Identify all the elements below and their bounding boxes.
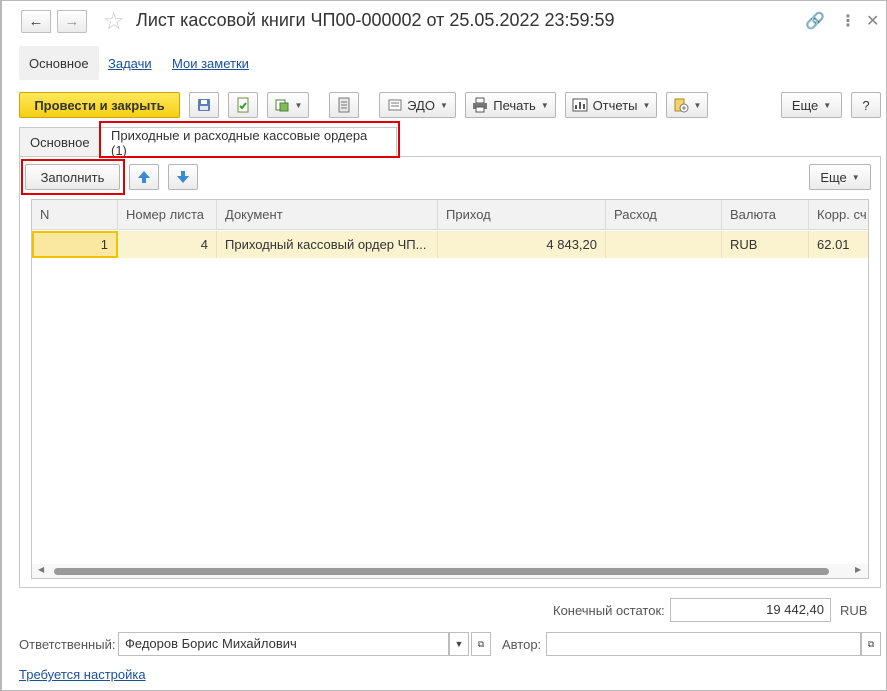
edo-icon [388,99,402,111]
document-list-icon [338,97,350,113]
chevron-down-icon: ▼ [454,639,464,649]
open-form-icon: ⧉ [477,638,485,649]
column-header-account[interactable]: Корр. сч [809,200,868,230]
setup-required-link[interactable]: Требуется настройка [19,667,146,682]
column-header-income[interactable]: Приход [438,200,606,230]
end-balance-label: Конечный остаток: [553,603,665,618]
chevron-down-icon: ▼ [540,100,549,110]
responsible-dropdown-button[interactable]: ▼ [449,632,469,656]
link-icon[interactable]: 🔗 [805,11,825,31]
scroll-right-icon[interactable]: ▶ [855,565,861,574]
open-form-icon: ⧉ [867,638,875,649]
author-field[interactable] [546,632,861,656]
move-down-button[interactable] [168,164,198,190]
cell-account[interactable]: 62.01 [809,231,868,258]
cell-income[interactable]: 4 843,20 [438,231,606,258]
horizontal-scrollbar[interactable]: ◀ ▶ [32,564,868,578]
attachments-button[interactable]: ▼ [666,92,708,118]
chevron-down-icon: ▼ [823,100,832,110]
cell-expense[interactable] [606,231,722,258]
cell-sheet[interactable]: 4 [118,231,217,258]
responsible-field[interactable]: Федоров Борис Михайлович [118,632,449,656]
print-button[interactable]: Печать ▼ [465,92,556,118]
chevron-down-icon: ▼ [439,100,448,110]
chevron-down-icon: ▼ [294,100,303,110]
cell-document[interactable]: Приходный кассовый ордер ЧП... [217,231,438,258]
attach-file-icon [674,98,689,113]
post-button[interactable] [228,92,258,118]
column-header-expense[interactable]: Расход [606,200,722,230]
section-notes[interactable]: Мои заметки [162,46,259,80]
more-actions-icon[interactable]: ⋮ [840,11,856,31]
arrow-right-icon: → [64,13,80,30]
save-icon [198,99,210,111]
table-more-label: Еще [820,169,847,185]
reports-button[interactable]: Отчеты ▼ [565,92,657,118]
arrow-left-icon: ← [28,13,44,30]
author-label: Автор: [502,637,542,652]
column-header-sheet[interactable]: Номер листа [118,200,217,230]
table-row[interactable]: 1 4 Приходный кассовый ордер ЧП... 4 843… [32,231,868,258]
table-header: N Номер листа Документ Приход Расход Вал… [32,200,868,230]
create-based-on-button[interactable]: ▼ [267,92,309,118]
reports-label: Отчеты [592,97,638,113]
more-label: Еще [791,97,819,113]
end-balance-currency: RUB [840,603,868,618]
printer-icon [473,97,488,113]
column-header-document[interactable]: Документ [217,200,438,230]
chevron-down-icon: ▼ [642,100,651,110]
back-button[interactable]: ← [21,10,51,33]
favorite-star-icon[interactable]: ☆ [103,7,125,36]
window-title: Лист кассовой книги ЧП00-000002 от 25.05… [136,10,615,30]
document-window: ← → ☆ Лист кассовой книги ЧП00-000002 от… [0,0,887,691]
column-header-n[interactable]: N [32,200,118,230]
cash-orders-table: N Номер листа Документ Приход Расход Вал… [31,199,869,579]
section-tasks[interactable]: Задачи [98,46,162,80]
author-open-button[interactable]: ⧉ [861,632,881,656]
arrow-up-icon [138,171,150,183]
highlight-tab-cash-orders [99,121,400,158]
tab-main[interactable]: Основное [19,127,100,157]
chevron-down-icon: ▼ [851,172,860,182]
post-and-close-button[interactable]: Провести и закрыть [19,92,180,118]
cell-n[interactable]: 1 [32,231,118,258]
forward-button[interactable]: → [57,10,87,33]
help-button[interactable]: ? [851,92,881,118]
responsible-open-button[interactable]: ⧉ [471,632,491,656]
edo-label: ЭДО [407,97,435,113]
arrow-down-icon [177,171,189,183]
column-header-currency[interactable]: Валюта [722,200,809,230]
section-main[interactable]: Основное [19,46,99,80]
scroll-left-icon[interactable]: ◀ [38,565,44,574]
create-based-icon [275,99,289,112]
cell-currency[interactable]: RUB [722,231,809,258]
structure-button[interactable] [329,92,359,118]
more-button[interactable]: Еще ▼ [781,92,842,118]
edo-button[interactable]: ЭДО ▼ [379,92,456,118]
print-label: Печать [493,97,536,113]
post-document-icon [237,97,249,113]
responsible-label: Ответственный: [19,637,116,652]
close-icon[interactable]: ✕ [866,11,879,31]
save-button[interactable] [189,92,219,118]
table-more-button[interactable]: Еще ▼ [809,164,871,190]
highlight-fill-button [21,159,125,195]
end-balance-field: 19 442,40 [670,598,831,622]
move-up-button[interactable] [129,164,159,190]
scrollbar-thumb[interactable] [54,568,829,575]
reports-icon [572,98,588,112]
chevron-down-icon: ▼ [693,100,702,110]
